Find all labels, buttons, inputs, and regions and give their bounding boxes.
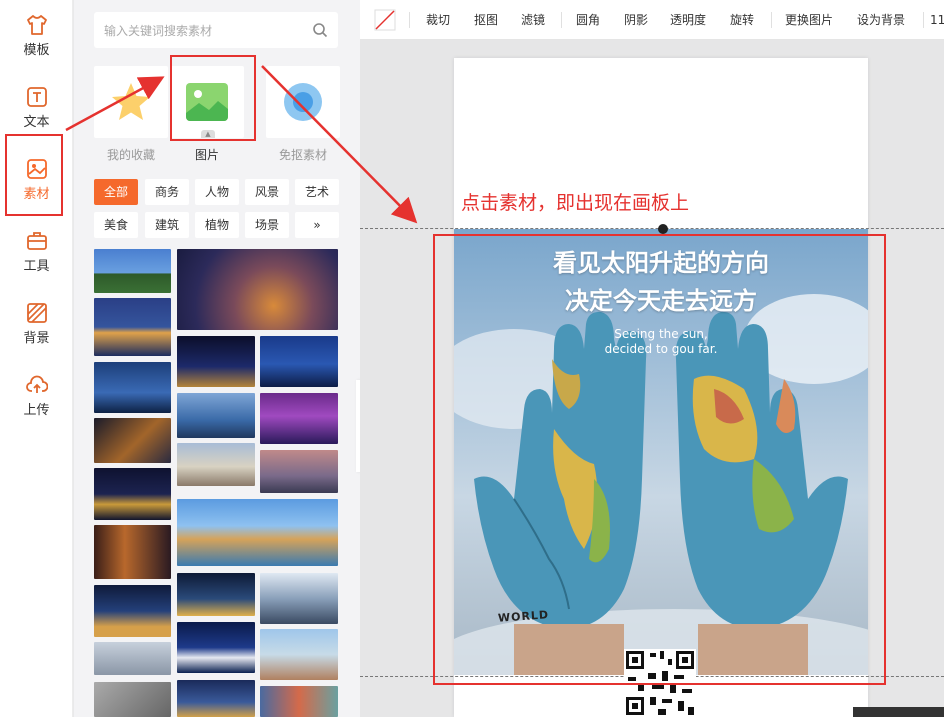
tag-art[interactable]: 艺术 — [295, 179, 339, 205]
crop-button[interactable]: 裁切 — [426, 0, 450, 40]
tag-food[interactable]: 美食 — [94, 212, 138, 238]
image-thumbnail[interactable] — [177, 573, 255, 616]
left-nav-rail: 模板 文本 素材 工具 背景 上传 — [0, 0, 73, 717]
sidebar-item-label: 工具 — [23, 259, 50, 274]
category-favorites[interactable] — [94, 66, 168, 138]
highlight-box-material — [5, 134, 63, 216]
image-thumbnail[interactable] — [260, 686, 338, 717]
image-thumbnail[interactable] — [94, 682, 171, 717]
sidebar-item-template[interactable]: 模板 — [0, 0, 73, 72]
sidebar-item-background[interactable]: 背景 — [0, 288, 73, 360]
star-icon — [112, 83, 150, 120]
image-thumbnail[interactable] — [177, 393, 255, 438]
highlight-box-poster — [433, 234, 886, 685]
image-thumbnail[interactable] — [94, 362, 171, 413]
cutout-button[interactable]: 抠图 — [474, 0, 498, 40]
image-thumbnail[interactable] — [260, 573, 338, 624]
sidebar-item-label: 模板 — [23, 43, 50, 58]
rotate-handle[interactable] — [658, 224, 668, 234]
category-cutout[interactable] — [266, 66, 340, 138]
image-thumbnail[interactable] — [94, 418, 171, 463]
tag-scenery[interactable]: 风景 — [245, 179, 289, 205]
image-thumbnail[interactable] — [177, 443, 255, 486]
opacity-button[interactable]: 透明度 — [670, 0, 706, 40]
tag-business[interactable]: 商务 — [145, 179, 189, 205]
image-thumbnail[interactable] — [260, 629, 338, 680]
image-thumbnail[interactable] — [177, 336, 255, 387]
image-thumbnail[interactable] — [260, 336, 338, 387]
shirt-icon — [26, 15, 47, 35]
category-favorites-label: 我的收藏 — [106, 148, 155, 162]
image-thumbnail[interactable] — [94, 468, 171, 520]
replace-image-button[interactable]: 更换图片 — [785, 0, 833, 40]
search-placeholder: 输入关键词搜索素材 — [104, 23, 213, 38]
image-thumbnail[interactable] — [177, 680, 255, 717]
image-thumbnail[interactable] — [177, 499, 338, 566]
category-images-label: 图片 — [194, 148, 219, 162]
image-thumbnail[interactable] — [94, 642, 171, 675]
size-readout[interactable]: 11( — [930, 0, 944, 40]
toolbox-icon — [26, 232, 47, 250]
background-icon — [26, 303, 47, 323]
tag-architecture[interactable]: 建筑 — [145, 212, 189, 238]
material-panel: 输入关键词搜索素材 ▲ 我的收藏 图片 免抠素材 全部 商务 人物 风景 艺术 … — [74, 0, 360, 717]
sidebar-item-label: 上传 — [23, 403, 50, 418]
image-thumbnail[interactable] — [94, 525, 171, 579]
category-cutout-label: 免抠素材 — [278, 148, 327, 162]
image-thumbnail[interactable] — [260, 393, 338, 444]
rotate-button[interactable]: 旋转 — [730, 0, 754, 40]
image-thumbnail[interactable] — [177, 622, 255, 673]
sidebar-item-label: 背景 — [23, 331, 50, 346]
guide-line-top — [360, 228, 944, 229]
image-thumbnail[interactable] — [94, 298, 171, 356]
toolbar-divider — [561, 12, 562, 28]
set-as-background-button[interactable]: 设为背景 — [857, 0, 905, 40]
toolbar-divider — [771, 12, 772, 28]
sidebar-item-upload[interactable]: 上传 — [0, 360, 73, 432]
bottom-status-strip — [853, 707, 944, 717]
upload-icon — [25, 375, 48, 393]
search-input[interactable]: 输入关键词搜索素材 — [94, 12, 338, 48]
highlight-box-images — [170, 55, 256, 141]
search-icon[interactable] — [312, 22, 328, 38]
tag-more-button[interactable]: » — [295, 212, 339, 238]
image-toolbar: 裁切 抠图 滤镜 圆角 阴影 透明度 旋转 更换图片 设为背景 11( — [360, 0, 944, 40]
sidebar-item-label: 文本 — [23, 115, 50, 130]
filter-button[interactable]: 滤镜 — [521, 0, 545, 40]
cutout-icon — [284, 83, 322, 121]
text-icon — [26, 87, 47, 107]
tag-plants[interactable]: 植物 — [195, 212, 239, 238]
sidebar-item-tools[interactable]: 工具 — [0, 216, 73, 288]
shadow-button[interactable]: 阴影 — [624, 0, 648, 40]
tag-all[interactable]: 全部 — [94, 179, 138, 205]
image-thumbnail[interactable] — [94, 585, 171, 637]
toolbar-divider — [923, 12, 924, 28]
tag-people[interactable]: 人物 — [195, 179, 239, 205]
annotation-text: 点击素材，即出现在画板上 — [461, 192, 690, 214]
image-thumbnail[interactable] — [260, 450, 338, 493]
tag-scene[interactable]: 场景 — [245, 212, 289, 238]
image-thumbnail[interactable] — [177, 249, 338, 330]
toolbar-divider — [409, 12, 410, 28]
no-border-icon[interactable] — [374, 9, 396, 31]
image-thumbnail[interactable] — [94, 249, 171, 293]
round-corner-button[interactable]: 圆角 — [576, 0, 600, 40]
